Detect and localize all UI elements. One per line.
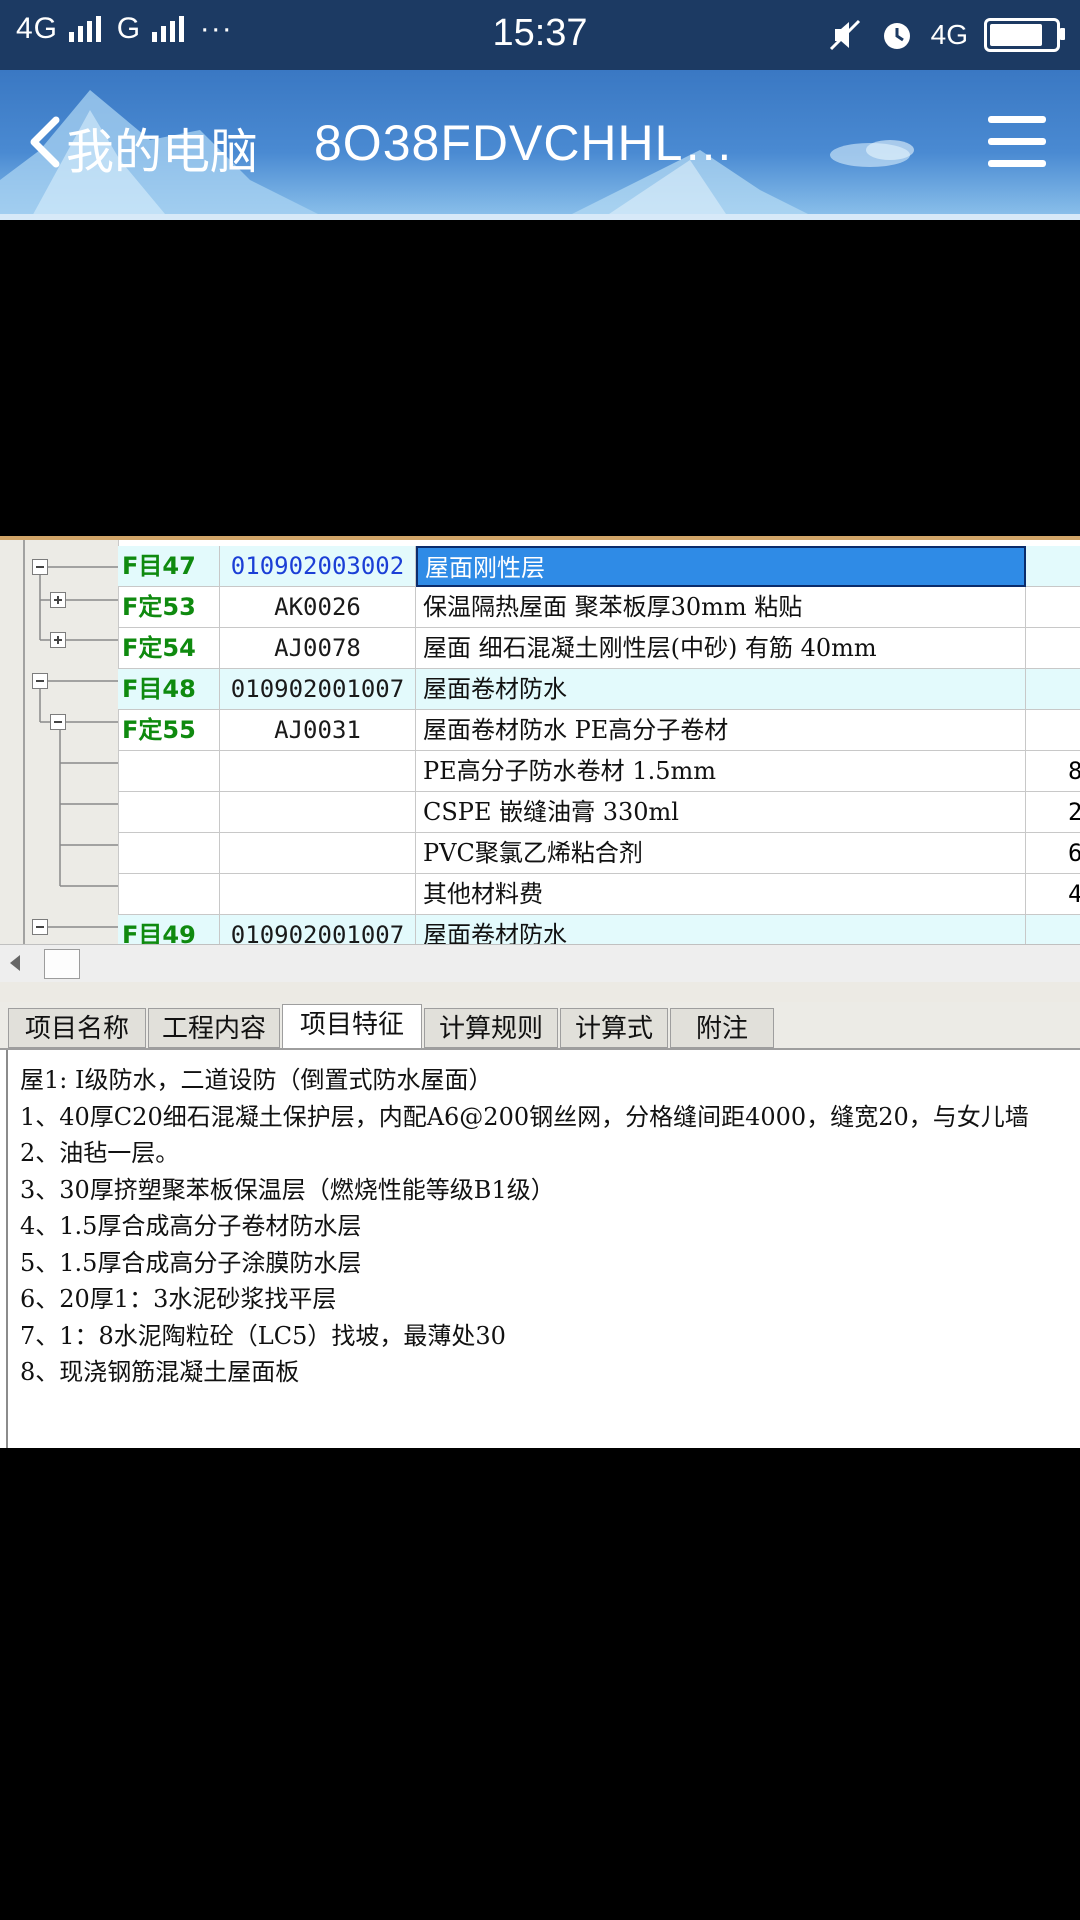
pane-splitter[interactable] <box>0 982 1080 1004</box>
type-cell[interactable] <box>118 792 220 833</box>
table-row[interactable]: PE高分子防水卷材 1.5mm8 <box>0 751 1080 792</box>
code-cell[interactable] <box>220 833 416 874</box>
tab-2[interactable]: 项目特征 <box>282 1004 422 1050</box>
quota-grid[interactable]: F目47 010902003002 屋面刚性层 F定53 AK0026 保温隔热屋面 聚苯… <box>0 536 1080 956</box>
tab-5[interactable]: 附注 <box>670 1008 774 1048</box>
description-line: 8、现浇钢筋混凝土屋面板 <box>20 1358 300 1386</box>
name-cell[interactable]: 屋面卷材防水 PE高分子卷材 <box>416 710 1026 751</box>
status-bar: 4G G ··· 15:37 4G <box>0 0 1080 70</box>
name-cell[interactable]: 保温隔热屋面 聚苯板厚30mm 粘贴 <box>416 587 1026 628</box>
code-cell[interactable] <box>220 751 416 792</box>
qty-cell[interactable]: 6 <box>1026 833 1080 874</box>
remote-desktop-window[interactable]: F目47 010902003002 屋面刚性层 F定53 AK0026 保温隔热屋面 聚苯… <box>0 536 1080 1448</box>
status-right: 4G <box>827 10 1065 60</box>
type-cell[interactable]: F目48 <box>118 669 220 710</box>
table-row[interactable]: F目48 010902001007 屋面卷材防水 <box>0 669 1080 710</box>
qty-cell[interactable] <box>1026 628 1080 669</box>
code-cell[interactable]: AJ0078 <box>220 628 416 669</box>
horizontal-scrollbar[interactable] <box>0 944 1080 983</box>
code-cell[interactable]: 010902003002 <box>220 546 416 587</box>
network-type-3: 4G <box>930 19 968 50</box>
feature-description[interactable]: 屋1: I级防水，二道设防（倒置式防水屋面） 1、40厚C20细石混凝土保护层，内… <box>6 1050 1080 1448</box>
name-cell[interactable]: PE高分子防水卷材 1.5mm <box>416 751 1026 792</box>
battery-icon <box>984 18 1065 52</box>
description-line: 5、1.5厚合成高分子涂膜防水层 <box>20 1248 362 1277</box>
tab-3[interactable]: 计算规则 <box>424 1008 558 1048</box>
page-title[interactable]: 我的电脑 <box>66 112 258 182</box>
name-cell[interactable]: 屋面卷材防水 <box>416 669 1026 710</box>
table-row[interactable]: F定54 AJ0078 屋面 细石混凝土刚性层(中砂) 有筋 40mm <box>0 628 1080 669</box>
battery-level <box>990 24 1043 46</box>
header-divider <box>0 214 1080 220</box>
name-cell[interactable]: CSPE 嵌缝油膏 330ml <box>416 792 1026 833</box>
name-cell[interactable]: 屋面 细石混凝土刚性层(中砂) 有筋 40mm <box>416 628 1026 669</box>
scroll-left-icon[interactable] <box>10 955 20 971</box>
table-row[interactable]: F目47 010902003002 屋面刚性层 <box>0 546 1080 587</box>
code-cell[interactable] <box>220 792 416 833</box>
description-line: 1、40厚C20细石混凝土保护层，内配A6@200钢丝网，分格缝间距4000，缝… <box>20 1102 1029 1131</box>
qty-cell[interactable] <box>1026 546 1080 587</box>
tab-0[interactable]: 项目名称 <box>8 1008 146 1048</box>
type-cell[interactable] <box>118 874 220 915</box>
type-cell[interactable]: F定54 <box>118 628 220 669</box>
code-cell[interactable]: AK0026 <box>220 587 416 628</box>
menu-icon[interactable] <box>988 112 1050 172</box>
qty-cell[interactable]: 2 <box>1026 792 1080 833</box>
name-cell[interactable]: PVC聚氯乙烯粘合剂 <box>416 833 1026 874</box>
table-row[interactable]: F定53 AK0026 保温隔热屋面 聚苯板厚30mm 粘贴 <box>0 587 1080 628</box>
description-line: 屋1: I级防水，二道设防（倒置式防水屋面） <box>20 1066 493 1094</box>
mute-icon <box>829 19 860 51</box>
scrollbar-thumb[interactable] <box>44 949 80 979</box>
detail-tabs: 项目名称 工程内容 项目特征 计算规则 计算式 附注 <box>0 1002 1080 1050</box>
description-line: 4、1.5厚合成高分子卷材防水层 <box>20 1212 362 1240</box>
type-cell[interactable]: F定53 <box>118 587 220 628</box>
qty-cell[interactable] <box>1026 587 1080 628</box>
code-cell[interactable]: 010902001007 <box>220 669 416 710</box>
tab-1[interactable]: 工程内容 <box>148 1008 280 1048</box>
description-line: 6、20厚1：3水泥砂浆找平层 <box>20 1285 337 1313</box>
description-line: 2、油毡一层。 <box>20 1139 180 1167</box>
type-cell[interactable]: F目47 <box>118 546 220 587</box>
back-chevron-icon[interactable] <box>22 112 72 172</box>
table-row[interactable]: F定55 AJ0031 屋面卷材防水 PE高分子卷材 <box>0 710 1080 751</box>
tab-4[interactable]: 计算式 <box>560 1008 668 1048</box>
type-cell[interactable] <box>118 751 220 792</box>
name-cell[interactable]: 屋面刚性层 <box>416 546 1026 587</box>
qty-cell[interactable] <box>1026 669 1080 710</box>
name-cell[interactable]: 其他材料费 <box>416 874 1026 915</box>
type-cell[interactable]: F定55 <box>118 710 220 751</box>
qty-cell[interactable]: 8 <box>1026 751 1080 792</box>
type-cell[interactable] <box>118 833 220 874</box>
qty-cell[interactable] <box>1026 710 1080 751</box>
alarm-icon <box>883 23 910 49</box>
description-line: 7、1：8水泥陶粒砼（LC5）找坡，最薄处30 <box>20 1321 506 1350</box>
qty-cell[interactable]: 4 <box>1026 874 1080 915</box>
table-row[interactable]: 其他材料费4 <box>0 874 1080 915</box>
app-header: 我的电脑 8O38FDVCHHL… <box>0 70 1080 220</box>
code-cell[interactable] <box>220 874 416 915</box>
code-cell[interactable]: AJ0031 <box>220 710 416 751</box>
table-row[interactable]: PVC聚氯乙烯粘合剂6 <box>0 833 1080 874</box>
table-row[interactable]: CSPE 嵌缝油膏 330ml2 <box>0 792 1080 833</box>
device-name: 8O38FDVCHHL… <box>314 115 735 171</box>
description-line: 3、30厚挤塑聚苯板保温层（燃烧性能等级B1级） <box>20 1175 555 1204</box>
